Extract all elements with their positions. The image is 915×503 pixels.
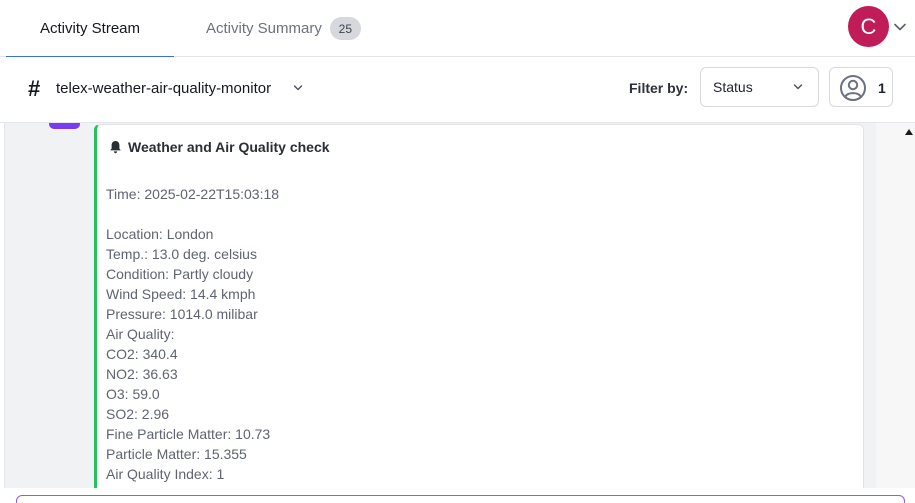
tab-activity-summary-label: Activity Summary <box>206 20 322 37</box>
message-composer-input[interactable] <box>16 495 905 503</box>
channel-name[interactable]: telex-weather-air-quality-monitor <box>56 80 271 97</box>
members-count: 1 <box>878 80 886 96</box>
status-filter-value: Status <box>713 79 753 95</box>
scroll-up-arrow-icon[interactable] <box>905 129 913 135</box>
filter-label: Filter by: <box>629 80 689 96</box>
event-marker <box>49 123 80 129</box>
tab-activity-stream[interactable]: Activity Stream <box>6 0 174 58</box>
stream-column: Weather and Air Quality check Time: 2025… <box>5 123 876 503</box>
chevron-down-icon[interactable] <box>893 20 907 34</box>
summary-count-badge: 25 <box>329 17 361 40</box>
message-title-text: Weather and Air Quality check <box>128 139 330 155</box>
tab-bar: Activity Stream Activity Summary 25 C <box>0 0 915 58</box>
user-avatar[interactable]: C <box>848 6 889 47</box>
message-card: Weather and Air Quality check Time: 2025… <box>94 124 864 503</box>
avatar-initial: C <box>860 13 877 39</box>
chevron-down-icon <box>793 84 803 90</box>
hash-icon: # <box>28 76 41 101</box>
tab-activity-summary[interactable]: Activity Summary 25 <box>206 0 361 57</box>
user-circle-icon <box>840 75 866 101</box>
scrollbar[interactable] <box>876 123 915 488</box>
channel-chevron-down-icon[interactable] <box>292 82 304 94</box>
message-title: Weather and Air Quality check <box>109 139 330 155</box>
channel-toolbar: # telex-weather-air-quality-monitor Filt… <box>0 57 915 123</box>
status-filter-select[interactable]: Status <box>700 67 819 107</box>
bell-icon <box>110 141 121 154</box>
activity-stream-area: Weather and Air Quality check Time: 2025… <box>0 123 915 503</box>
message-body: Time: 2025-02-22T15:03:18 Location: Lond… <box>106 186 280 482</box>
members-button[interactable]: 1 <box>829 67 893 107</box>
tab-activity-stream-label: Activity Stream <box>39 20 141 37</box>
